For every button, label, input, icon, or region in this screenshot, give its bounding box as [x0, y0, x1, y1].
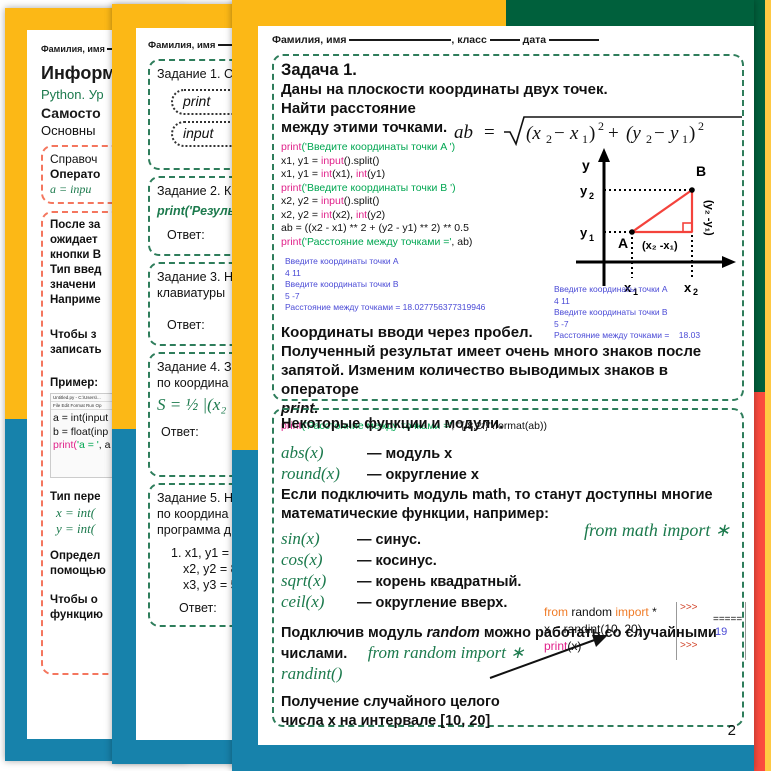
- func-round: round(x): [281, 464, 340, 483]
- svg-text:(y: (y: [626, 123, 641, 144]
- page1-code-tail: , a: [98, 439, 111, 451]
- func-abs-desc: — модуль x: [367, 446, 453, 462]
- svg-text:2: 2: [598, 119, 604, 133]
- svg-text:2: 2: [589, 191, 594, 201]
- page3-math-row-3: sqrt(x) — корень квадратный.: [281, 571, 735, 592]
- svg-text:2: 2: [698, 119, 704, 133]
- func-sin-desc: — синус.: [357, 532, 422, 548]
- page3-console-panel: >>> ===== 19 >>>: [676, 602, 746, 660]
- page3-green-top-border: [506, 0, 754, 26]
- out2-line-4: 5 -7: [554, 318, 569, 329]
- page3-func-row-2: round(x) — округление x: [281, 464, 735, 485]
- pointer-arrow-icon: [489, 635, 608, 679]
- func-ceil: ceil(x): [281, 592, 325, 611]
- page3-math-import: from math import ∗: [584, 520, 730, 540]
- func-sin: sin(x): [281, 529, 320, 548]
- page1-name-label: Фамилия, имя: [41, 44, 105, 54]
- page3-task1-box: Задача 1. Даны на плоскости координаты д…: [272, 54, 744, 432]
- page3-random-l3: Получение случайного целого: [281, 694, 500, 710]
- svg-text:=: =: [484, 122, 495, 143]
- svg-text:ab: ab: [454, 122, 473, 143]
- random-module-name: random: [426, 625, 480, 641]
- page3-math-row-2: cos(x) — косинус.: [281, 550, 735, 571]
- svg-text:1: 1: [589, 233, 594, 243]
- page3-class-underline[interactable]: [489, 39, 520, 41]
- page2-chip-input-label: input: [183, 125, 214, 141]
- svg-text:+: +: [608, 123, 619, 144]
- page3-date-label: дата: [522, 34, 547, 46]
- worksheet-page-3[interactable]: Фамилия, имя , класс дата Задача 1. Даны…: [232, 0, 754, 771]
- snippet-module: random: [571, 605, 613, 619]
- page3-name-line: Фамилия, имя , класс дата: [272, 34, 744, 46]
- svg-text:y: y: [668, 123, 679, 144]
- page3-func-heading: Некоторые функции и модули.: [281, 416, 504, 432]
- snippet-kw-from: from: [544, 605, 568, 619]
- func-sqrt-desc: — корень квадратный.: [357, 574, 522, 590]
- page3-functions-box: Некоторые функции и модули. abs(x) — моду…: [272, 408, 746, 729]
- page1-code-string: 'a = ': [76, 439, 99, 451]
- page2-blue-left-border: [112, 429, 136, 764]
- page1-blue-left-border: [5, 419, 27, 761]
- console-value: 19: [715, 626, 728, 638]
- svg-text:): ): [589, 123, 595, 144]
- page3-paper: Фамилия, имя , класс дата Задача 1. Даны…: [258, 26, 754, 745]
- svg-text:B: B: [696, 163, 706, 179]
- snippet-kw-import: import: [615, 605, 649, 619]
- svg-text:A: A: [618, 235, 628, 251]
- out2-line-3: Введите координаты точки B: [554, 307, 668, 317]
- page3-blue-bottom-border: [232, 745, 754, 771]
- page2-chip-print-label: print: [183, 93, 211, 109]
- page3-random-snippet: from random import * x = randint(10, 20)…: [489, 602, 746, 679]
- console-separator: =====: [713, 614, 743, 625]
- svg-text:(y₂ -y₁): (y₂ -y₁): [703, 200, 715, 236]
- page2-name-label: Фамилия, имя: [148, 40, 216, 51]
- svg-text:): ): [689, 123, 695, 144]
- snippet-star: *: [652, 605, 657, 619]
- page3-class-label: , класс: [451, 34, 487, 46]
- func-cos-desc: — косинус.: [357, 553, 437, 569]
- func-cos: cos(x): [281, 550, 323, 569]
- func-ceil-desc: — округление вверх.: [357, 595, 508, 611]
- random-l2: числами.: [281, 646, 348, 662]
- svg-text:−: −: [654, 123, 665, 144]
- page3-date-underline[interactable]: [549, 39, 600, 41]
- svg-text:y: y: [582, 157, 590, 173]
- page3-task1-heading: Задача 1.: [281, 61, 357, 79]
- distance-formula-svg: ab = (x 2 − x 1 ) 2 + (y 2 − y 1) 2: [454, 116, 742, 147]
- page3-note-l3: запятой. Изменим количество выводимых зн…: [281, 361, 668, 398]
- svg-text:−: −: [554, 123, 565, 144]
- page1-code-print-kw: print(: [53, 439, 77, 451]
- page3-func-row-1: abs(x) — модуль x: [281, 443, 735, 464]
- func-sqrt: sqrt(x): [281, 571, 327, 590]
- page3-blue-left-border: [232, 450, 258, 771]
- out2-line-5: Расстояние между точками = 18.03: [554, 330, 701, 340]
- page3-note-l2: Полученный результат имеет очень много з…: [281, 342, 702, 360]
- page3-coordinate-diagram: y B A y 2 y 1 x 1 x 2 (x₂ -x₁) (y₂ -y₁): [566, 144, 742, 301]
- coordinate-diagram-svg: y B A y 2 y 1 x 1 x 2 (x₂ -x₁) (y₂ -y₁): [576, 148, 736, 297]
- svg-text:(x₂ -x₁): (x₂ -x₁): [642, 240, 678, 252]
- console-prompt-1: >>>: [680, 602, 698, 613]
- page3-task1-output-2: Введите координаты точки A 4 11 Введите …: [554, 284, 700, 342]
- page2-task4-formula-text: S = ½ |(x₂: [157, 395, 227, 414]
- svg-text:2: 2: [546, 132, 552, 146]
- page2-gold-left-border: [112, 4, 136, 429]
- page3-name-label: Фамилия, имя: [272, 34, 347, 46]
- out2-line-1: Введите координаты точки A: [554, 284, 668, 294]
- func-round-desc: — округление x: [367, 467, 479, 483]
- out2-line-2: 4 11: [554, 295, 570, 306]
- svg-text:x: x: [569, 123, 579, 144]
- page3-name-underline[interactable]: [349, 39, 452, 41]
- page3-gold-left-border: [232, 0, 258, 450]
- page-number: 2: [727, 722, 736, 739]
- svg-text:(x: (x: [526, 123, 541, 144]
- console-prompt-2: >>>: [680, 640, 698, 651]
- page3-math-l1: Если подключить модуль math, то станут д…: [281, 487, 713, 503]
- page3-random-l4: числа x на интервале [10, 20]: [281, 713, 491, 729]
- func-abs: abs(x): [281, 443, 324, 462]
- svg-text:y: y: [580, 225, 588, 240]
- svg-text:y: y: [580, 183, 588, 198]
- random-l1-a: Подключив модуль: [281, 625, 427, 641]
- page1-gold-left-border: [5, 8, 27, 419]
